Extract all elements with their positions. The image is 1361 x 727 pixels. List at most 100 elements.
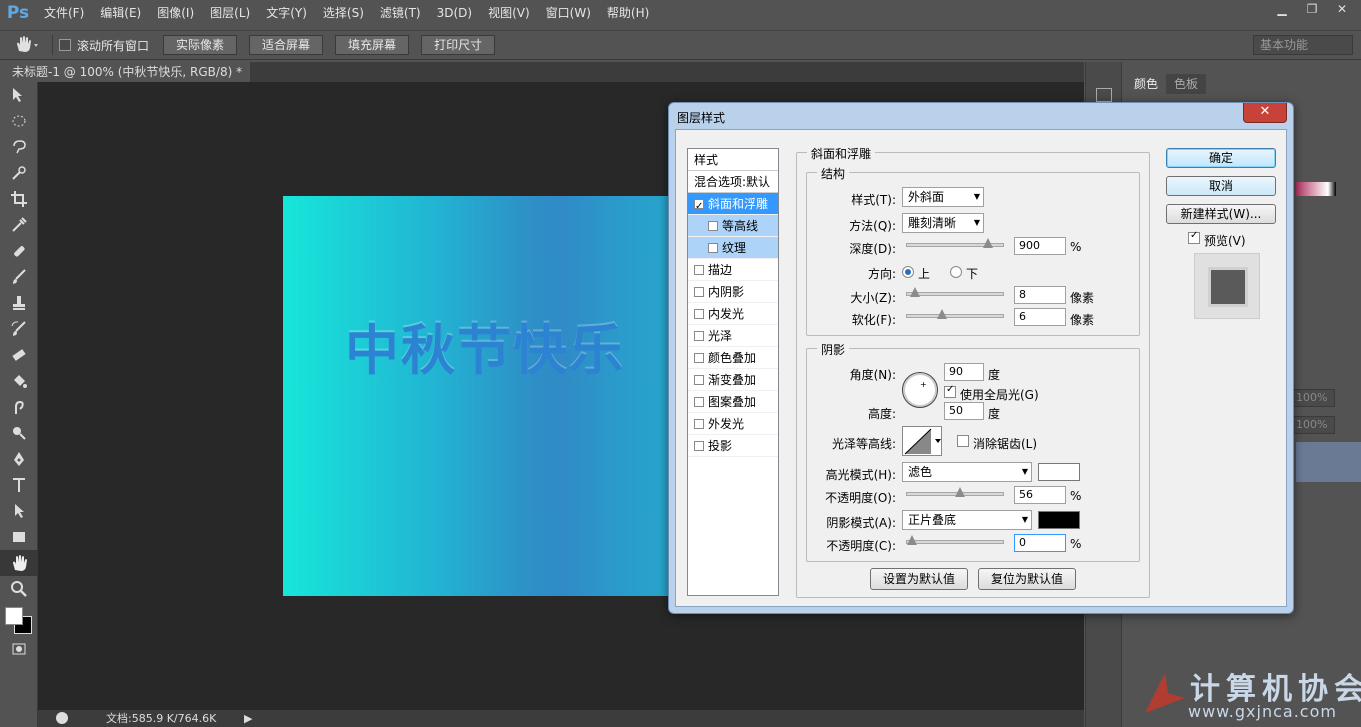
altitude-input[interactable]: 50 bbox=[944, 402, 984, 420]
style-list-item[interactable]: 光泽 bbox=[688, 325, 778, 347]
style-list-item[interactable]: 纹理 bbox=[688, 237, 778, 259]
depth-slider-thumb[interactable] bbox=[983, 238, 993, 249]
style-list-item[interactable]: 投影 bbox=[688, 435, 778, 457]
menu-type[interactable]: 文字(Y) bbox=[258, 0, 315, 26]
menu-view[interactable]: 视图(V) bbox=[480, 0, 538, 26]
hand-tool-icon[interactable] bbox=[0, 550, 38, 576]
type-tool-icon[interactable] bbox=[0, 472, 38, 498]
size-input[interactable]: 8 bbox=[1014, 286, 1066, 304]
tab-swatches[interactable]: 色板 bbox=[1166, 74, 1207, 94]
depth-input[interactable]: 900 bbox=[1014, 237, 1066, 255]
style-list-item[interactable]: 等高线 bbox=[688, 215, 778, 237]
style-list-checkbox[interactable] bbox=[694, 375, 704, 385]
new-style-button[interactable]: 新建样式(W)... bbox=[1166, 204, 1276, 224]
soften-input[interactable]: 6 bbox=[1014, 308, 1066, 326]
ok-button[interactable]: 确定 bbox=[1166, 148, 1276, 168]
rectangle-tool-icon[interactable] bbox=[0, 524, 38, 550]
direction-up-radio[interactable] bbox=[902, 266, 914, 278]
menu-image[interactable]: 图像(I) bbox=[149, 0, 202, 26]
size-slider[interactable] bbox=[906, 287, 1004, 297]
clone-stamp-tool-icon[interactable] bbox=[0, 290, 38, 316]
style-list-checkbox[interactable] bbox=[694, 419, 704, 429]
angle-dial[interactable]: + bbox=[902, 372, 938, 408]
soften-slider-thumb[interactable] bbox=[937, 309, 947, 320]
highlight-opacity-input[interactable]: 56 bbox=[1014, 486, 1066, 504]
highlight-color-swatch[interactable] bbox=[1038, 463, 1080, 481]
close-icon[interactable]: ✕ bbox=[1329, 0, 1355, 18]
highlight-mode-select[interactable]: 滤色 ▼ bbox=[902, 462, 1032, 482]
eyedropper-tool-icon[interactable] bbox=[0, 212, 38, 238]
highlight-opacity-slider-thumb[interactable] bbox=[955, 487, 965, 498]
style-list-item[interactable]: 图案叠加 bbox=[688, 391, 778, 413]
selected-layer-row[interactable] bbox=[1296, 442, 1361, 482]
size-slider-thumb[interactable] bbox=[910, 287, 920, 298]
bevel-style-select[interactable]: 外斜面 ▼ bbox=[902, 187, 984, 207]
menu-3d[interactable]: 3D(D) bbox=[429, 0, 480, 26]
minimize-icon[interactable]: ▁ bbox=[1269, 0, 1295, 18]
fit-screen-button[interactable]: 适合屏幕 bbox=[249, 35, 324, 55]
status-menu-arrow-icon[interactable]: ▶ bbox=[244, 710, 252, 727]
cancel-button[interactable]: 取消 bbox=[1166, 176, 1276, 196]
style-list-item[interactable]: 外发光 bbox=[688, 413, 778, 435]
print-size-button[interactable]: 打印尺寸 bbox=[421, 35, 496, 55]
smudge-tool-icon[interactable] bbox=[0, 394, 38, 420]
history-panel-icon[interactable] bbox=[1096, 88, 1112, 102]
style-list-item[interactable]: 混合选项:默认 bbox=[688, 171, 778, 193]
global-light-checkbox[interactable] bbox=[944, 384, 956, 398]
paint-bucket-tool-icon[interactable] bbox=[0, 368, 38, 394]
style-list-checkbox[interactable] bbox=[694, 353, 704, 363]
healing-brush-tool-icon[interactable] bbox=[0, 238, 38, 264]
hand-tool-preset-icon[interactable] bbox=[6, 35, 46, 55]
menu-window[interactable]: 窗口(W) bbox=[538, 0, 599, 26]
layers-opacity-value[interactable]: 100% bbox=[1291, 389, 1335, 407]
quick-selection-tool-icon[interactable] bbox=[0, 160, 38, 186]
lasso-tool-icon[interactable] bbox=[0, 134, 38, 160]
color-swatches[interactable] bbox=[0, 602, 37, 636]
move-tool-icon[interactable] bbox=[0, 82, 38, 108]
workspace-select[interactable]: 基本功能 bbox=[1253, 35, 1353, 55]
shadow-opacity-slider[interactable] bbox=[906, 535, 1004, 545]
color-spectrum-bar[interactable] bbox=[1296, 182, 1336, 196]
marquee-tool-icon[interactable] bbox=[0, 108, 38, 134]
tab-color[interactable]: 颜色 bbox=[1126, 74, 1167, 94]
style-list-item[interactable]: 描边 bbox=[688, 259, 778, 281]
style-list-item[interactable]: 内发光 bbox=[688, 303, 778, 325]
restore-icon[interactable]: ❐ bbox=[1299, 0, 1325, 18]
actual-pixels-button[interactable]: 实际像素 bbox=[163, 35, 238, 55]
brush-tool-icon[interactable] bbox=[0, 264, 38, 290]
style-list-checkbox[interactable] bbox=[708, 221, 718, 231]
preview-checkbox[interactable] bbox=[1188, 230, 1200, 244]
menu-file[interactable]: 文件(F) bbox=[36, 0, 92, 26]
technique-select[interactable]: 雕刻清晰 ▼ bbox=[902, 213, 984, 233]
style-list-checkbox[interactable] bbox=[694, 397, 704, 407]
make-default-button[interactable]: 设置为默认值 bbox=[870, 568, 968, 590]
shadow-opacity-slider-thumb[interactable] bbox=[907, 535, 917, 546]
menu-layer[interactable]: 图层(L) bbox=[202, 0, 258, 26]
style-list-checkbox[interactable] bbox=[694, 331, 704, 341]
angle-input[interactable]: 90 bbox=[944, 363, 984, 381]
style-list-item[interactable]: 颜色叠加 bbox=[688, 347, 778, 369]
history-brush-tool-icon[interactable] bbox=[0, 316, 38, 342]
gloss-contour-picker[interactable] bbox=[902, 426, 942, 456]
menu-help[interactable]: 帮助(H) bbox=[599, 0, 657, 26]
style-list-checkbox[interactable] bbox=[694, 196, 704, 218]
style-list-checkbox[interactable] bbox=[694, 287, 704, 297]
direction-down-radio[interactable] bbox=[950, 266, 962, 278]
reset-default-button[interactable]: 复位为默认值 bbox=[978, 568, 1076, 590]
style-list-checkbox[interactable] bbox=[694, 265, 704, 275]
shadow-mode-select[interactable]: 正片叠底 ▼ bbox=[902, 510, 1032, 530]
shadow-opacity-input[interactable]: 0 bbox=[1014, 534, 1066, 552]
antialias-checkbox[interactable] bbox=[957, 435, 969, 447]
layers-fill-value[interactable]: 100% bbox=[1291, 416, 1335, 434]
dodge-tool-icon[interactable] bbox=[0, 420, 38, 446]
menu-edit[interactable]: 编辑(E) bbox=[92, 0, 149, 26]
menu-filter[interactable]: 滤镜(T) bbox=[372, 0, 429, 26]
zoom-tool-icon[interactable] bbox=[0, 576, 38, 602]
style-list-checkbox[interactable] bbox=[708, 243, 718, 253]
scroll-all-windows-checkbox[interactable] bbox=[59, 39, 71, 51]
menu-select[interactable]: 选择(S) bbox=[315, 0, 372, 26]
depth-slider[interactable] bbox=[906, 238, 1004, 248]
style-list-item[interactable]: 样式 bbox=[688, 149, 778, 171]
style-list-checkbox[interactable] bbox=[694, 441, 704, 451]
fill-screen-button[interactable]: 填充屏幕 bbox=[335, 35, 410, 55]
